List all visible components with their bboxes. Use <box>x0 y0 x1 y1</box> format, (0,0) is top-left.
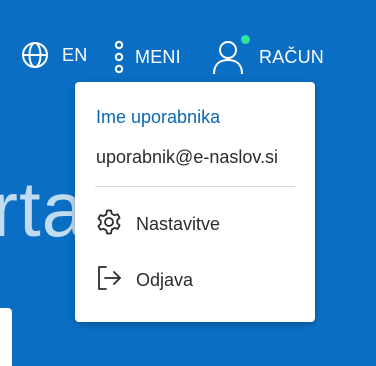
online-status-dot <box>241 35 250 44</box>
top-navigation: EN MENI RAČUN <box>0 0 376 82</box>
gear-icon <box>95 208 123 241</box>
hero-title-fragment: rta <box>0 165 87 253</box>
content-card-edge <box>0 308 12 366</box>
language-label: EN <box>62 44 88 65</box>
globe-icon <box>20 40 50 70</box>
account-label: RAČUN <box>259 46 325 67</box>
main-menu-button[interactable]: MENI <box>113 40 181 74</box>
menu-label: MENI <box>135 46 181 67</box>
vertical-dots-icon <box>113 40 125 74</box>
language-switcher[interactable]: EN <box>20 40 87 70</box>
settings-label: Nastavitve <box>136 214 221 234</box>
settings-menu-item[interactable]: Nastavitve <box>95 208 220 241</box>
logout-label: Odjava <box>136 270 194 290</box>
logout-menu-item[interactable]: Odjava <box>95 264 193 297</box>
logout-icon <box>95 264 123 297</box>
user-icon <box>211 35 250 76</box>
username-link[interactable]: Ime uporabnika <box>96 107 220 128</box>
divider <box>95 186 295 187</box>
user-email: uporabnik@e-naslov.si <box>96 147 279 167</box>
account-button[interactable]: RAČUN <box>211 35 325 76</box>
account-dropdown: Ime uporabnika uporabnik@e-naslov.si Nas… <box>75 82 315 322</box>
